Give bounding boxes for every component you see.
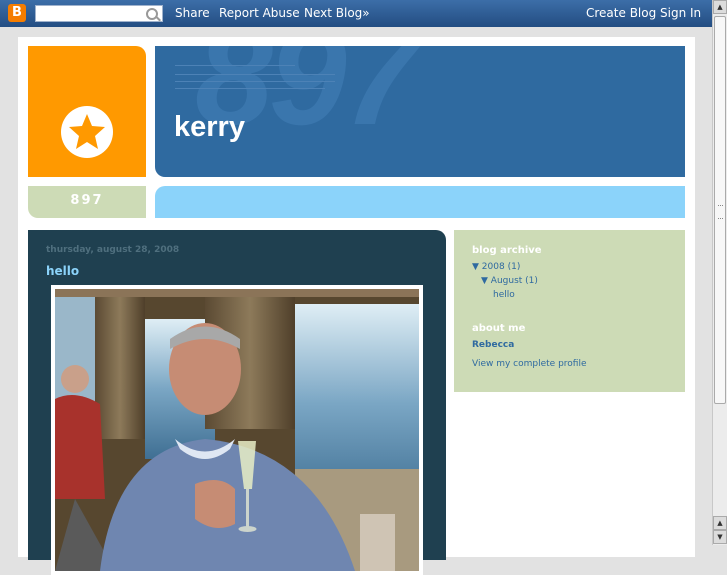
profile-link[interactable]: View my complete profile bbox=[472, 358, 587, 370]
archive-post-link[interactable]: hello bbox=[493, 289, 515, 301]
archive-month-item[interactable]: ▼ August (1) bbox=[481, 275, 538, 287]
archive-month-link[interactable]: August bbox=[491, 276, 523, 286]
archive-month-count: (1) bbox=[525, 276, 538, 286]
blog-title[interactable]: kerry bbox=[174, 110, 245, 144]
report-abuse-link[interactable]: Report Abuse bbox=[219, 6, 300, 21]
header-description-line bbox=[175, 65, 295, 66]
sidebar: blog archive ▼ 2008 (1) ▼ August (1) hel… bbox=[454, 230, 685, 392]
post-photo[interactable] bbox=[51, 285, 423, 575]
subheader-panel: 897 bbox=[28, 186, 146, 218]
archive-year-link[interactable]: 2008 bbox=[482, 262, 505, 272]
profile-name-link[interactable]: Rebecca bbox=[472, 339, 514, 351]
header-description-line bbox=[175, 81, 335, 82]
arrow-down-icon[interactable]: ▼ bbox=[713, 530, 727, 544]
blogger-navbar: B Share Report Abuse Next Blog» Create B… bbox=[0, 0, 712, 27]
create-blog-link[interactable]: Create Blog bbox=[586, 6, 656, 21]
search-icon[interactable] bbox=[146, 8, 158, 20]
archive-heading: blog archive bbox=[472, 245, 542, 256]
next-blog-link[interactable]: Next Blog» bbox=[304, 6, 370, 21]
header-description-line bbox=[175, 88, 325, 89]
logo-panel bbox=[28, 46, 146, 177]
arrow-up-icon[interactable]: ▲ bbox=[713, 516, 727, 530]
photo-image bbox=[55, 289, 419, 571]
vertical-scrollbar[interactable]: ▲ ▲ ▼ bbox=[712, 0, 727, 545]
subheader-label: 897 bbox=[70, 193, 104, 208]
toggle-down-icon[interactable]: ▼ bbox=[481, 276, 488, 286]
blog-header: 897 kerry bbox=[155, 46, 685, 177]
about-heading: about me bbox=[472, 323, 526, 334]
star-icon bbox=[61, 106, 113, 158]
scrollbar-thumb[interactable] bbox=[714, 16, 726, 404]
archive-year-count: (1) bbox=[507, 262, 521, 272]
arrow-up-icon[interactable]: ▲ bbox=[713, 0, 727, 14]
search-input[interactable] bbox=[35, 5, 163, 22]
archive-year-item[interactable]: ▼ 2008 (1) bbox=[472, 261, 520, 273]
subheader-bar bbox=[155, 186, 685, 218]
post-title[interactable]: hello bbox=[46, 263, 79, 279]
share-link[interactable]: Share bbox=[175, 6, 210, 21]
blog-page: 897 kerry 897 thursday, august 28, 2008 … bbox=[18, 37, 695, 575]
post-panel: thursday, august 28, 2008 hello bbox=[28, 230, 446, 575]
sign-in-link[interactable]: Sign In bbox=[660, 6, 701, 21]
toggle-down-icon[interactable]: ▼ bbox=[472, 262, 479, 272]
header-description-line bbox=[175, 74, 335, 75]
scrollbar-grip bbox=[718, 205, 723, 219]
post-date: thursday, august 28, 2008 bbox=[46, 245, 180, 255]
blogger-logo-icon[interactable]: B bbox=[8, 4, 26, 22]
